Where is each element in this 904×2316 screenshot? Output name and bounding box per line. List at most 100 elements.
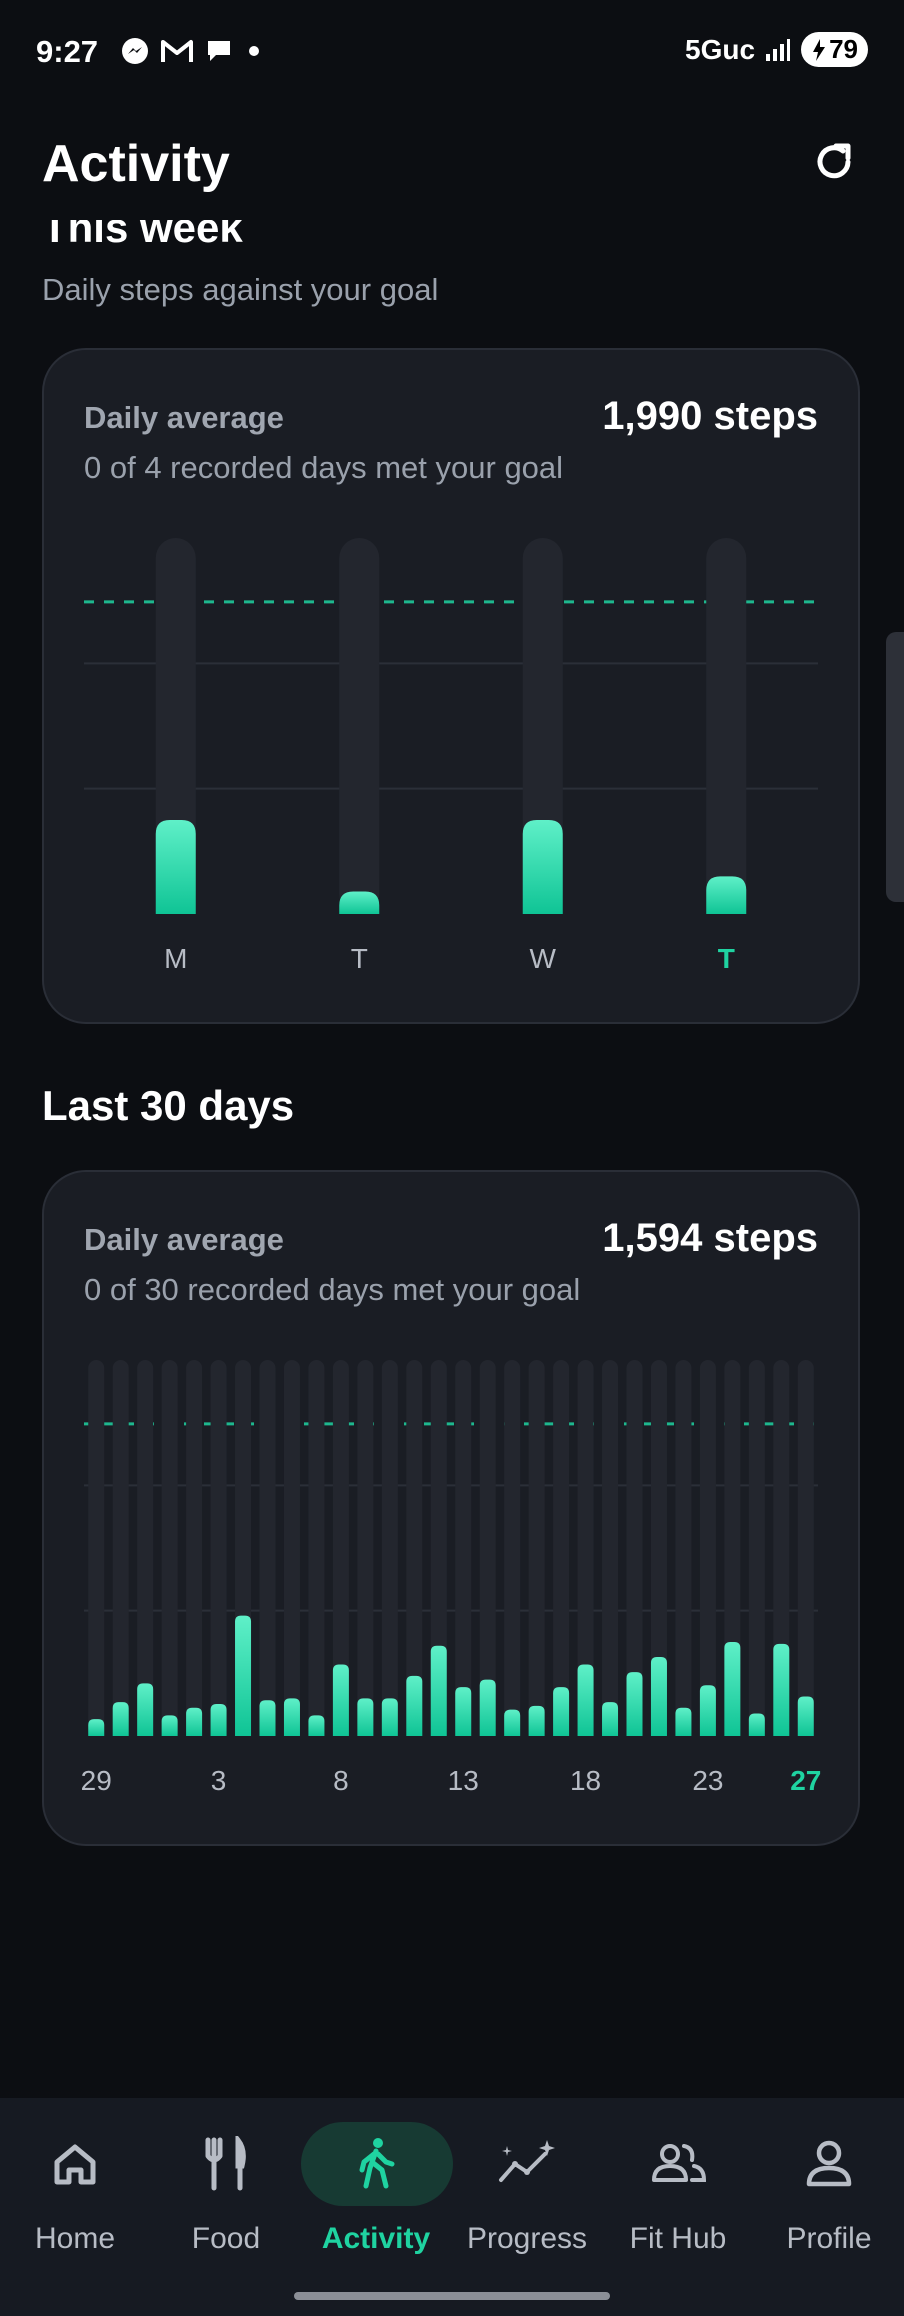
bar-track (88, 1360, 105, 1736)
step-bar[interactable] (332, 1664, 349, 1736)
bar-track (210, 1360, 227, 1736)
step-bar[interactable] (357, 1698, 374, 1736)
walking-icon (359, 2138, 395, 2189)
axis-tick-label: 8 (333, 1765, 349, 1796)
axis-tick-label: 23 (692, 1765, 723, 1796)
step-bar[interactable] (773, 1643, 790, 1736)
last-30-card: Daily average 1,594 steps 0 of 30 record… (42, 1170, 860, 1846)
step-bar[interactable] (155, 820, 196, 914)
this-week-subtitle: Daily steps against your goal (42, 272, 439, 307)
last-30-title: Last 30 days (42, 1082, 295, 1129)
page-title: Activity (42, 135, 230, 193)
step-bar[interactable] (455, 1687, 472, 1736)
step-bar[interactable] (706, 876, 747, 914)
bar-track (339, 538, 380, 914)
axis-tick-label: 3 (211, 1765, 227, 1796)
bar-track (528, 1360, 545, 1736)
nav-home[interactable]: Home (0, 2122, 150, 2272)
bar-track (797, 1360, 814, 1736)
fork-knife-icon (205, 2136, 246, 2191)
axis-tick-label: 13 (448, 1765, 479, 1796)
bar-track (186, 1360, 203, 1736)
step-bar[interactable] (577, 1664, 594, 1736)
step-bar[interactable] (602, 1702, 619, 1736)
axis-tick-label: M (164, 943, 187, 974)
step-bar[interactable] (699, 1685, 716, 1736)
step-bar[interactable] (88, 1719, 105, 1736)
step-bar[interactable] (210, 1704, 227, 1736)
network-type: 5Guc (685, 33, 756, 65)
bar-track (308, 1360, 325, 1736)
chat-bubble-icon (208, 41, 230, 61)
nav-activity[interactable]: Activity (301, 2122, 453, 2272)
step-bar[interactable] (650, 1657, 667, 1736)
person-icon (806, 2140, 852, 2187)
step-bar[interactable] (235, 1615, 252, 1736)
trend-sparkle-icon (499, 2140, 555, 2182)
axis-tick-label: T (718, 943, 735, 974)
battery-level: 79 (829, 34, 858, 64)
step-bar[interactable] (724, 1642, 741, 1736)
status-bar: 9:27 5Guc 79 (0, 0, 904, 106)
nav-label: Profile (786, 2222, 872, 2255)
scrollbar[interactable] (886, 632, 904, 902)
step-bar[interactable] (186, 1707, 203, 1736)
axis-tick-label: W (530, 943, 557, 974)
status-time: 9:27 (36, 34, 99, 69)
step-bar[interactable] (797, 1696, 814, 1736)
step-bar[interactable] (339, 891, 380, 914)
nav-progress[interactable]: Progress (452, 2122, 602, 2272)
axis-tick-label: T (351, 943, 368, 974)
step-bar[interactable] (259, 1700, 276, 1736)
group-icon (652, 2144, 707, 2182)
step-bar[interactable] (553, 1687, 570, 1736)
bar-track (706, 538, 747, 914)
gmail-icon (161, 40, 193, 62)
step-bar[interactable] (161, 1715, 178, 1736)
bar-track (161, 1360, 178, 1736)
nav-profile[interactable]: Profile (754, 2122, 904, 2272)
refresh-button[interactable] (804, 132, 864, 192)
step-bar[interactable] (528, 1705, 545, 1736)
step-bar[interactable] (308, 1715, 325, 1736)
battery-indicator: 79 (801, 32, 868, 67)
bar-track (748, 1360, 765, 1736)
nav-fit-hub[interactable]: Fit Hub (603, 2122, 753, 2272)
dot-icon (249, 46, 259, 56)
step-bar[interactable] (381, 1698, 398, 1736)
step-bar[interactable] (283, 1698, 300, 1736)
refresh-icon (817, 143, 851, 179)
bar-track (283, 1360, 300, 1736)
weekly-steps-chart: MTWT (84, 538, 818, 974)
system-status: 5Guc 79 (685, 32, 868, 67)
bar-track (112, 1360, 129, 1736)
step-bar[interactable] (675, 1707, 692, 1736)
step-bar[interactable] (137, 1683, 154, 1736)
bottom-navigation: Home Food Activity Progress Fit Hub Prof… (0, 2098, 904, 2316)
monthly-steps-chart: 29 3 8 13 18 23 27 (81, 1360, 821, 1796)
this-week-card: Daily average 1,990 steps 0 of 4 recorde… (42, 348, 860, 1024)
step-bar[interactable] (522, 820, 563, 914)
step-bar[interactable] (430, 1645, 447, 1736)
bar-track (699, 1360, 716, 1736)
bar-track (455, 1360, 472, 1736)
step-bar[interactable] (626, 1672, 643, 1736)
bar-track (602, 1360, 619, 1736)
home-indicator[interactable] (294, 2292, 610, 2300)
step-bar[interactable] (479, 1679, 496, 1736)
bar-track (479, 1360, 496, 1736)
bar-track (259, 1360, 276, 1736)
step-bar[interactable] (748, 1713, 765, 1736)
this-week-title: This week (42, 220, 243, 251)
step-bar[interactable] (406, 1675, 423, 1736)
bar-track (675, 1360, 692, 1736)
scroll-content[interactable]: This week Daily steps against your goal … (0, 220, 904, 2100)
app-header: Activity (0, 120, 904, 220)
bar-track (381, 1360, 398, 1736)
nav-food[interactable]: Food (151, 2122, 301, 2272)
signal-icon (766, 38, 791, 61)
axis-tick-label: 29 (81, 1765, 112, 1796)
step-bar[interactable] (504, 1709, 521, 1736)
step-bar[interactable] (112, 1702, 129, 1736)
axis-tick-label: 18 (570, 1765, 601, 1796)
